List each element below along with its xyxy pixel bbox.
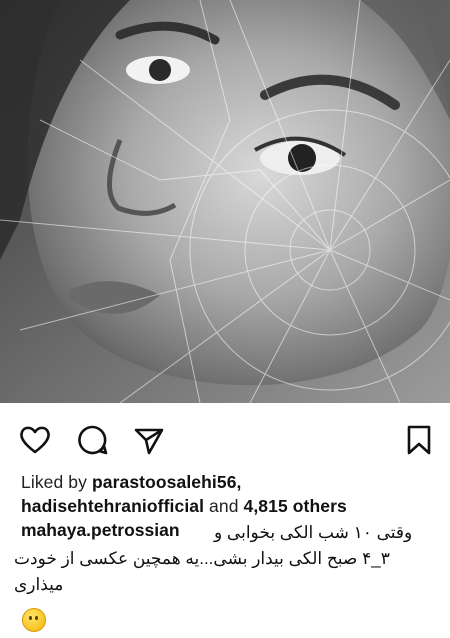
likes-and: and bbox=[204, 496, 244, 516]
face-without-mouth-emoji-icon bbox=[22, 608, 46, 632]
bookmark-icon bbox=[407, 425, 431, 455]
caption-line-1: وقتی ۱۰ شب الکی بخوابی و bbox=[214, 523, 413, 542]
liker-username-2[interactable]: hadisehtehraniofficial bbox=[21, 496, 204, 516]
caption-text: وقتی ۱۰ شب الکی بخوابی و ۳_۴ صبح الکی بی… bbox=[14, 520, 434, 598]
like-button[interactable] bbox=[18, 423, 52, 457]
share-button[interactable] bbox=[132, 423, 166, 457]
caption-line-2: ۳_۴ صبح الکی بیدار بشی...یه همچین عکسی ا… bbox=[14, 549, 390, 568]
save-button[interactable] bbox=[402, 423, 436, 457]
portrait-image bbox=[0, 0, 450, 403]
heart-icon bbox=[20, 426, 50, 454]
likes-others-count[interactable]: 4,815 others bbox=[244, 496, 347, 516]
caption-line-3: میذاری bbox=[14, 575, 64, 594]
liker-username-1[interactable]: parastoosalehi56, bbox=[92, 472, 242, 492]
likes-prefix: Liked by bbox=[21, 472, 92, 492]
comment-button[interactable] bbox=[76, 423, 110, 457]
likes-summary: Liked by parastoosalehi56, hadisehtehran… bbox=[21, 470, 347, 518]
post-photo[interactable] bbox=[0, 0, 450, 403]
action-bar bbox=[0, 403, 450, 465]
send-icon bbox=[134, 428, 164, 455]
comment-icon bbox=[78, 425, 108, 455]
